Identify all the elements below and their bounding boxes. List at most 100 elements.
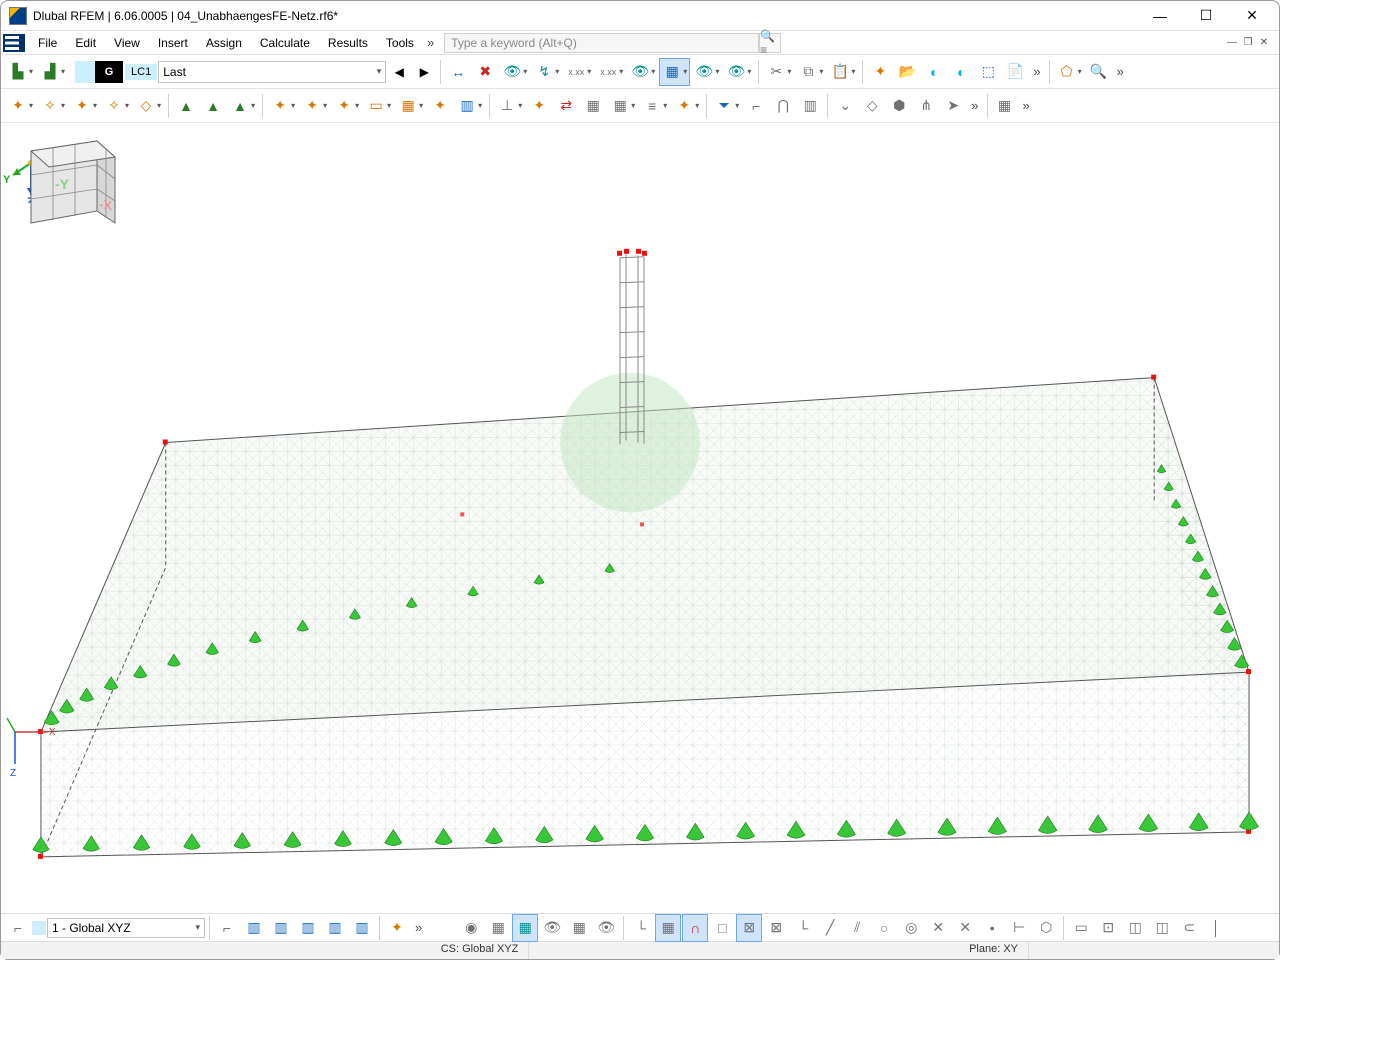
dim-red-x-icon[interactable]: ✖ (472, 58, 498, 86)
eye-arrow-icon[interactable]: 👁 (499, 58, 530, 86)
maximize-button[interactable]: ☐ (1183, 1, 1229, 31)
tail6-icon[interactable]: │ (1203, 914, 1229, 942)
lc-prev-button[interactable]: ◀ (387, 58, 411, 86)
xform5-icon[interactable]: ▥ (349, 914, 375, 942)
dim-star2-icon[interactable]: ✦ (671, 92, 702, 120)
bb-overflow-icon[interactable]: » (411, 920, 426, 935)
zoom-x-icon[interactable]: 🔍 (1086, 58, 1112, 86)
search-button[interactable]: 🔍≡ (759, 33, 781, 53)
menu-assign[interactable]: Assign (197, 33, 251, 53)
vis3-icon[interactable]: ▦ (512, 914, 538, 942)
loadcase-select[interactable]: Last▾ (158, 61, 386, 83)
cut-icon[interactable]: ✂ (763, 58, 794, 86)
app-menu-icon[interactable] (3, 34, 25, 52)
export-icon[interactable]: ⬚ (975, 58, 1001, 86)
dim-grid2-icon[interactable]: ▦ (607, 92, 638, 120)
snap-angle-icon[interactable]: └ (790, 914, 816, 942)
tb2-overflow-icon[interactable]: » (967, 98, 982, 113)
copy-icon[interactable]: ⧉ (795, 58, 826, 86)
new-node-icon[interactable]: ✦ (5, 92, 36, 120)
deform-icon[interactable]: ↯ (531, 58, 562, 86)
open-folder-icon[interactable]: 📂 (894, 58, 920, 86)
axis-icon[interactable]: ⌐ (743, 92, 769, 120)
report-icon[interactable]: 📄 (1002, 58, 1028, 86)
eye-view2-icon[interactable]: 👁 (723, 58, 754, 86)
tree-icon[interactable]: ⋔ (913, 92, 939, 120)
mesh-star-icon[interactable]: ✦ (384, 914, 410, 942)
snap-circle2-icon[interactable]: ◎ (898, 914, 924, 942)
misc2-icon[interactable]: ◇ (859, 92, 885, 120)
snap-tick-icon[interactable]: ⊢ (1006, 914, 1032, 942)
menu-file[interactable]: File (29, 33, 66, 53)
tool-axis-icon[interactable]: ⌐ (214, 914, 240, 942)
eye-view-icon[interactable]: 👁 (691, 58, 722, 86)
tb2-overflow2-icon[interactable]: » (1019, 98, 1034, 113)
load-panel-icon[interactable]: ▥ (454, 92, 485, 120)
snap-x2-icon[interactable]: ✕ (952, 914, 978, 942)
vis6-icon[interactable]: 👁 (593, 914, 619, 942)
load-star3-icon[interactable]: ✦ (331, 92, 362, 120)
arrow-icon[interactable]: ➤ (940, 92, 966, 120)
tb1-overflow-icon[interactable]: » (1029, 64, 1044, 79)
results-xxx2-icon[interactable]: x.xx (595, 58, 626, 86)
snap-origin-icon[interactable]: └ (628, 914, 654, 942)
load-star1-icon[interactable]: ✦ (267, 92, 298, 120)
dim-star-icon[interactable]: ✦ (526, 92, 552, 120)
vis1-icon[interactable]: ◉ (458, 914, 484, 942)
lc-next-button[interactable]: ▶ (412, 58, 436, 86)
menu-view[interactable]: View (105, 33, 149, 53)
new-member-icon[interactable]: ✦ (69, 92, 100, 120)
coord-system-select[interactable]: 1 - Global XYZ▾ (47, 918, 205, 938)
vis2-icon[interactable]: ▦ (485, 914, 511, 942)
menu-results[interactable]: Results (319, 33, 377, 53)
xform1-icon[interactable]: ▥ (241, 914, 267, 942)
xform4-icon[interactable]: ▥ (322, 914, 348, 942)
snap-line2-icon[interactable]: ⫽ (844, 914, 870, 942)
load-rect-icon[interactable]: ▭ (363, 92, 394, 120)
snap-dot-icon[interactable]: • (979, 914, 1005, 942)
snap-box1-icon[interactable]: □ (709, 914, 735, 942)
tail5-icon[interactable]: ⊂ (1176, 914, 1202, 942)
snap-line1-icon[interactable]: ╱ (817, 914, 843, 942)
table-toggle-button[interactable]: ▦ (992, 92, 1018, 120)
dim-x-icon[interactable]: ↔ (445, 58, 471, 86)
viewport-3d[interactable]: X Z X Y Z (1, 123, 1279, 913)
misc1-icon[interactable]: ⌄ (832, 92, 858, 120)
keyword-search-input[interactable]: Type a keyword (Alt+Q) (444, 33, 759, 53)
grid-main-icon[interactable]: ▦ (659, 58, 690, 86)
snap-magnet-icon[interactable]: ∩ (682, 914, 708, 942)
mdi-close-icon[interactable]: ✕ (1257, 36, 1271, 50)
vis5-icon[interactable]: ▦ (566, 914, 592, 942)
cloud2-icon[interactable]: ◐ (948, 58, 974, 86)
arch-icon[interactable]: ⋂ (770, 92, 796, 120)
load-star4-icon[interactable]: ✦ (427, 92, 453, 120)
load-star2-icon[interactable]: ✦ (299, 92, 330, 120)
results-xxx-icon[interactable]: x.xx (563, 58, 594, 86)
menu-insert[interactable]: Insert (149, 33, 197, 53)
new-star-icon[interactable]: ✦ (867, 58, 893, 86)
new-beam-icon[interactable]: ✧ (101, 92, 132, 120)
paste-icon[interactable]: 📋 (827, 58, 858, 86)
snap-x1-icon[interactable]: ✕ (925, 914, 951, 942)
menu-calculate[interactable]: Calculate (251, 33, 319, 53)
snap-hex-icon[interactable]: ⬡ (1033, 914, 1059, 942)
tail3-icon[interactable]: ◫ (1122, 914, 1148, 942)
navigation-cube[interactable]: -Y -X (1, 123, 121, 243)
menu-edit[interactable]: Edit (66, 33, 105, 53)
new-poly-icon[interactable]: ◇ (133, 92, 164, 120)
snap-box3-icon[interactable]: ⊠ (763, 914, 789, 942)
menu-overflow-icon[interactable]: » (423, 35, 438, 50)
tb1-overflow2-icon[interactable]: » (1113, 64, 1128, 79)
dim-grid-icon[interactable]: ▦ (580, 92, 606, 120)
snap-box2-icon[interactable]: ⊠ (736, 914, 762, 942)
support-tool-1[interactable]: ▙ (5, 58, 36, 86)
cs-tool-icon[interactable]: ⌐ (5, 914, 31, 942)
tail4-icon[interactable]: ◫ (1149, 914, 1175, 942)
tail2-icon[interactable]: ⊡ (1095, 914, 1121, 942)
vis4-icon[interactable]: 👁 (539, 914, 565, 942)
cube-icon[interactable]: ⬢ (886, 92, 912, 120)
cloud1-icon[interactable]: ◐ (921, 58, 947, 86)
support2-icon[interactable]: ▲ (200, 92, 226, 120)
menu-tools[interactable]: Tools (377, 33, 423, 53)
new-line-icon[interactable]: ✧ (37, 92, 68, 120)
